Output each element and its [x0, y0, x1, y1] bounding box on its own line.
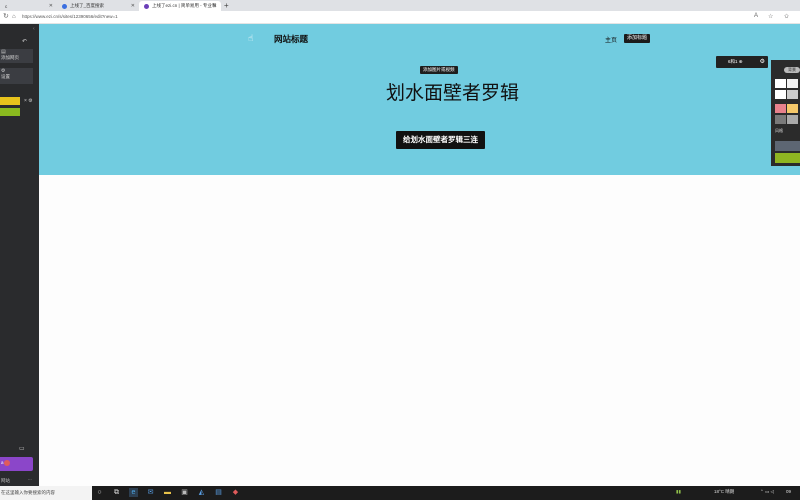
palette-swatch[interactable] [787, 79, 798, 88]
store-icon[interactable]: ▣ [180, 488, 189, 497]
color-swatch[interactable] [0, 97, 20, 105]
style-palette: 背景 风格 [771, 60, 800, 166]
hero-cta-button[interactable]: 给划水面壁者罗辑三连 [396, 131, 485, 149]
palette-swatch[interactable] [775, 79, 786, 88]
lock-icon[interactable]: ⌂ [12, 13, 16, 21]
favorite-icon[interactable]: ☆ [768, 13, 773, 20]
windows-taskbar: 在这里输入你要搜索的内容 ○ ⧉ e ✉ ▬ ▣ ◭ ▤ ◆ ▮▮ 18°C 晴… [0, 486, 800, 500]
section-edit-chip[interactable]: 6和1 ⊕ ⚙ [716, 56, 768, 68]
add-title-button[interactable]: 添加标题 [624, 34, 651, 43]
clock-text[interactable]: 09 [786, 489, 791, 494]
gear-icon[interactable]: ⚙ [760, 56, 765, 68]
taskbar-search-input[interactable]: 在这里输入你要搜索的内容 [0, 486, 92, 500]
editor-sidebar: ↶ ‹ ▤ 添加网页 ⚙ 设置 × ⚙ ▭ a 网站 ... [0, 24, 39, 486]
site-favicon-icon [144, 3, 149, 9]
hero-title[interactable]: 划水面壁者罗辑 [386, 78, 519, 105]
palette-swatch[interactable] [787, 90, 798, 99]
site-title[interactable]: 网站标题 [274, 33, 308, 45]
app-icon[interactable]: ◭ [197, 488, 206, 497]
publish-button[interactable]: a [0, 457, 33, 471]
sidebar-item-add-page[interactable]: ▤ 添加网页 [0, 49, 33, 63]
folder-icon[interactable]: ▬ [163, 488, 172, 497]
cortana-icon[interactable]: ○ [95, 488, 104, 497]
desktop-preview-icon[interactable]: ▭ [19, 445, 25, 452]
palette-swatch[interactable] [775, 90, 786, 99]
tray-bar-icon: ▮▮ [676, 489, 681, 494]
new-tab-button[interactable]: + [224, 1, 229, 10]
palette-swatch[interactable] [787, 104, 798, 113]
close-icon[interactable]: ✕ [131, 3, 135, 9]
browser-tab-active[interactable]: 上线了ezi.cn | 简单易用 - 专业和 ✕ [139, 1, 221, 11]
tray-icons[interactable]: ⌃ ▭ ◁ [760, 489, 774, 495]
palette-swatch[interactable] [775, 104, 786, 113]
task-view-icon[interactable]: ⧉ [112, 488, 121, 497]
browser-tab[interactable]: 上线了_百度搜索 ✕ [57, 1, 139, 11]
mail-icon[interactable]: ✉ [146, 488, 155, 497]
close-icon[interactable]: × ⚙ [24, 98, 33, 104]
edge-icon[interactable]: e [129, 488, 138, 497]
address-bar: ↻ ⌂ https://www.ezi.cn/s/sites/12390656/… [0, 11, 800, 24]
baidu-icon [62, 3, 67, 9]
browser-tab-bar: c ✕ 上线了_百度搜索 ✕ 上线了ezi.cn | 简单易用 - 专业和 ✕ … [0, 0, 800, 11]
weather-text[interactable]: 18°C 晴朗 [714, 489, 734, 495]
color-swatch[interactable] [0, 108, 20, 116]
back-icon[interactable]: ↻ [3, 13, 9, 21]
background-tab[interactable]: 背景 [784, 67, 800, 73]
palette-swatch[interactable] [787, 115, 798, 124]
url-field[interactable]: https://www.ezi.cn/s/sites/12390656/edit… [22, 14, 118, 19]
favorites-bar-icon[interactable]: ✩ [784, 13, 789, 20]
hand-cursor-icon: ☝ [248, 33, 254, 43]
palette-swatch[interactable] [775, 115, 786, 124]
close-icon[interactable]: ✕ [213, 3, 217, 9]
nav-home-link[interactable]: 主页 [605, 35, 617, 44]
undo-icon[interactable]: ↶ [22, 38, 27, 45]
add-image-button[interactable]: 添加图片或视频 [420, 66, 458, 74]
translate-icon[interactable]: A [754, 13, 758, 19]
palette-label: 风格 [775, 128, 783, 133]
collapse-icon[interactable]: ‹ [33, 26, 35, 32]
badge-icon [4, 460, 10, 466]
close-icon[interactable]: ✕ [49, 3, 53, 9]
app-icon[interactable]: ◆ [231, 488, 240, 497]
palette-bar[interactable] [775, 141, 800, 151]
palette-bar[interactable] [775, 153, 800, 163]
word-icon[interactable]: ▤ [214, 488, 223, 497]
sidebar-item-settings[interactable]: ⚙ 设置 [0, 68, 33, 84]
browser-tab[interactable]: c ✕ [0, 1, 57, 11]
